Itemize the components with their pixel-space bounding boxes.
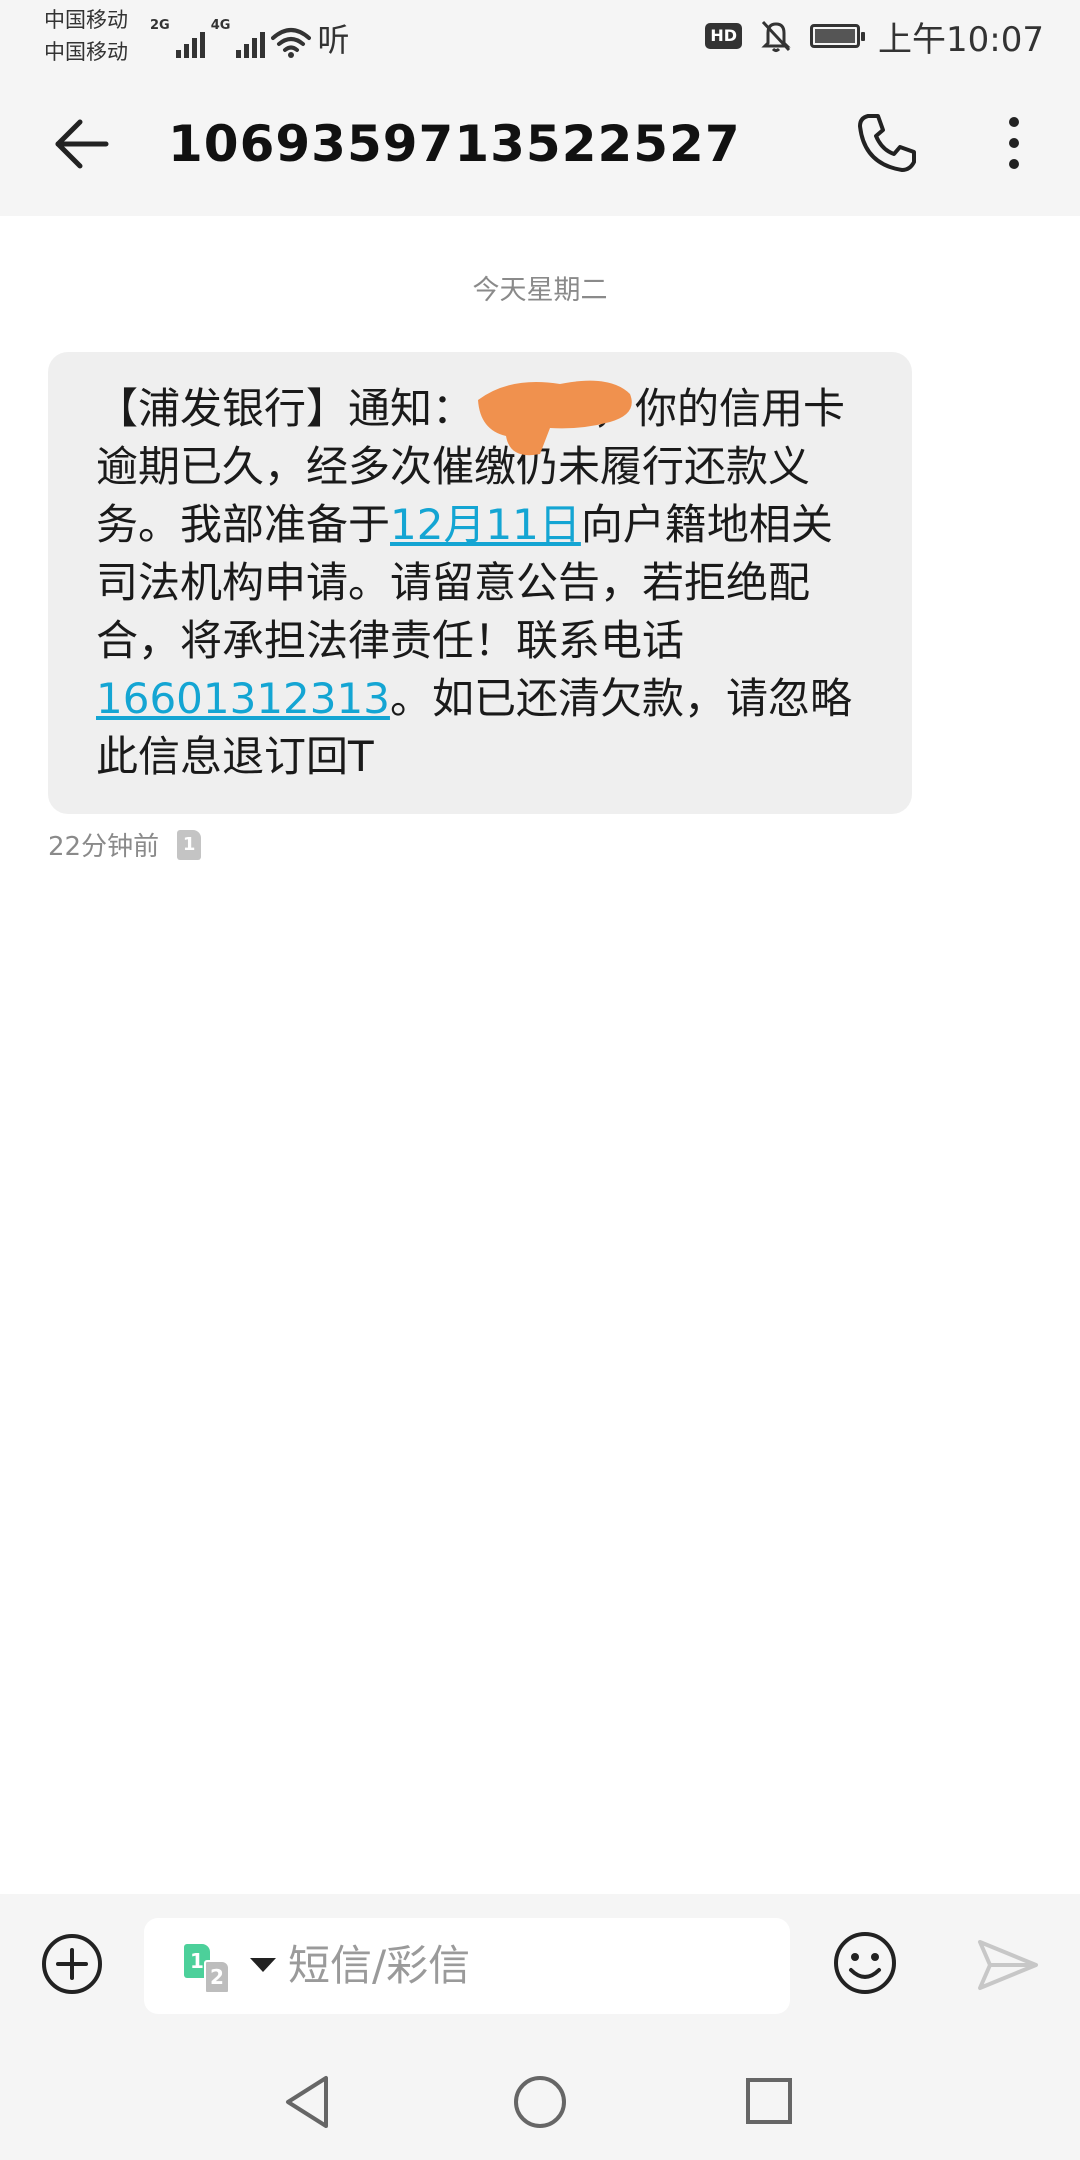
emoji-icon[interactable] bbox=[832, 1930, 898, 1996]
more-options-icon[interactable] bbox=[992, 108, 1036, 178]
back-arrow-icon[interactable] bbox=[52, 114, 112, 174]
message-text-1: 【浦发银行】通知： bbox=[96, 384, 454, 433]
message-timestamp: 22分钟前 bbox=[48, 832, 160, 862]
network-type-1: 2G bbox=[150, 18, 170, 33]
message-meta: 22分钟前 1 bbox=[48, 826, 202, 863]
conversation-header: 1069359713522527 bbox=[0, 72, 1080, 216]
signal-area: 2G 4G 听 bbox=[150, 14, 349, 58]
mute-bell-icon bbox=[761, 20, 791, 52]
wifi-icon bbox=[271, 28, 312, 58]
phone-number-link[interactable]: 16601312313 bbox=[96, 674, 390, 723]
hd-voice-badge: HD bbox=[705, 23, 743, 49]
nav-home-icon[interactable] bbox=[512, 2074, 568, 2130]
nav-back-icon[interactable] bbox=[282, 2074, 332, 2130]
contact-title: 1069359713522527 bbox=[168, 115, 741, 173]
carrier-1-label: 中国移动 bbox=[44, 8, 128, 32]
system-nav-bar bbox=[0, 2036, 1080, 2160]
status-bar: 中国移动 中国移动 2G 4G 听 HD 上午10:07 bbox=[0, 0, 1080, 72]
date-divider: 今天星期二 bbox=[472, 275, 608, 306]
message-input[interactable]: 1 2 短信/彩信 bbox=[144, 1918, 790, 2014]
add-attachment-icon[interactable] bbox=[40, 1932, 104, 1996]
sim-2-icon: 2 bbox=[204, 1960, 230, 1994]
signal-1-icon bbox=[175, 28, 205, 58]
send-icon[interactable] bbox=[976, 1938, 1040, 1992]
redaction-scribble bbox=[478, 380, 632, 456]
sim-card-icon: 1 bbox=[177, 829, 202, 860]
message-input-placeholder: 短信/彩信 bbox=[288, 1941, 471, 1990]
composer-bar: 1 2 短信/彩信 bbox=[0, 1894, 1080, 2036]
signal-2-icon bbox=[236, 28, 266, 58]
phone-call-icon[interactable] bbox=[852, 108, 922, 178]
nav-recent-apps-icon[interactable] bbox=[744, 2076, 794, 2126]
listen-indicator-icon: 听 bbox=[317, 21, 350, 59]
status-time: 上午10:07 bbox=[878, 19, 1044, 60]
sim-dropdown-caret-icon[interactable] bbox=[250, 1958, 276, 1972]
carrier-2-label: 中国移动 bbox=[44, 40, 128, 64]
battery-icon bbox=[810, 24, 866, 48]
date-link[interactable]: 12月11日 bbox=[390, 500, 581, 549]
network-type-2: 4G bbox=[210, 18, 231, 33]
sim-selector-icon[interactable]: 1 2 bbox=[184, 1938, 234, 1994]
